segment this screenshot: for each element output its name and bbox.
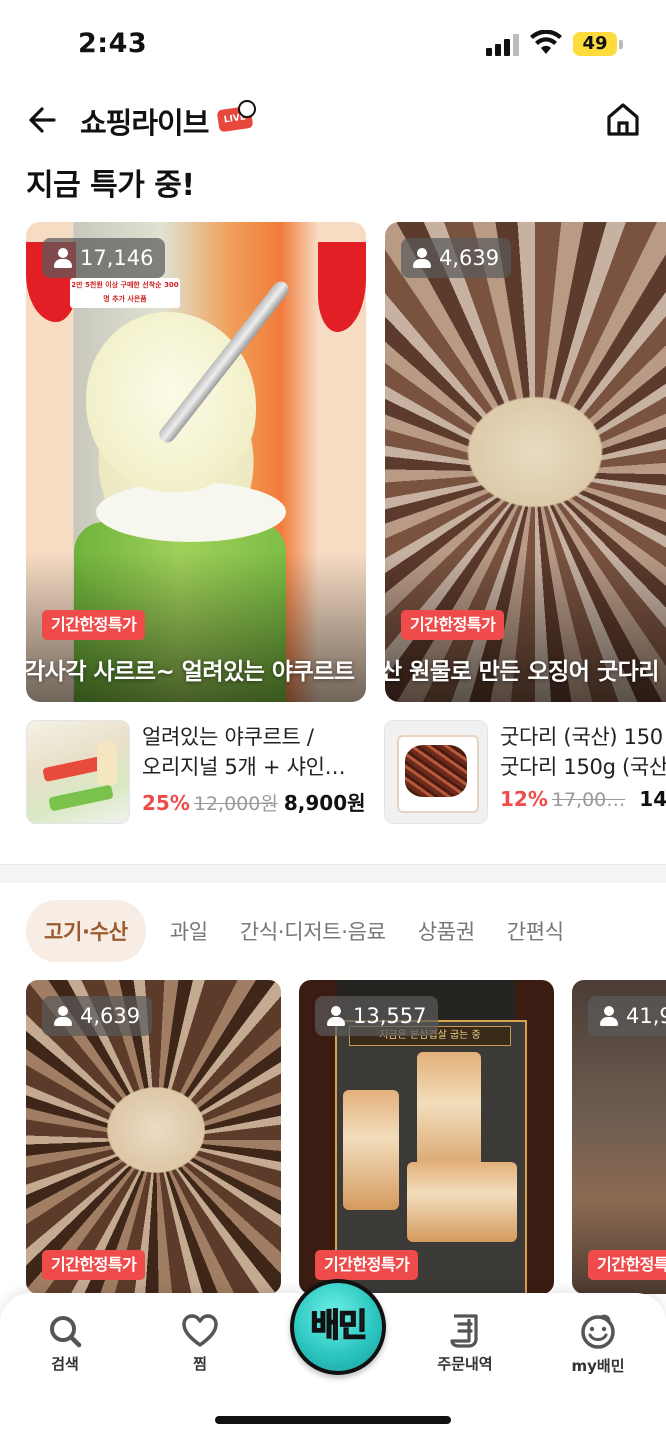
product-name: 얼려있는 야쿠르트 / 오리지널 5개 + 샤인… [142, 722, 382, 782]
product-name-line: 굿다리 150g (국산 [500, 755, 666, 779]
back-arrow-icon[interactable] [24, 100, 64, 140]
nav-my-label: my배민 [571, 1357, 625, 1375]
smiley-icon [581, 1314, 615, 1349]
person-icon [600, 1006, 618, 1026]
live-title: 산 원물로 만든 오징어 굿다리 [385, 659, 659, 685]
viewer-count-value: 4,639 [439, 246, 500, 270]
nav-orders[interactable]: 주문내역 [420, 1313, 510, 1374]
viewer-count-value: 17,146 [80, 246, 154, 270]
product-name: 굿다리 (국산) 150 굿다리 150g (국산 [500, 722, 666, 782]
heart-icon [182, 1314, 218, 1347]
receipt-icon [450, 1314, 478, 1348]
limited-time-badge: 기간한정특가 [42, 1250, 146, 1280]
search-icon [50, 1316, 82, 1348]
nav-my[interactable]: my배민 [553, 1313, 643, 1376]
wifi-icon [530, 30, 562, 54]
nav-wishlist[interactable]: 찜 [155, 1313, 245, 1374]
person-icon [54, 248, 72, 268]
viewer-count-value: 41,9 [626, 1004, 666, 1028]
home-indicator [215, 1416, 451, 1424]
section-divider [0, 864, 666, 883]
battery-level: 49 [573, 32, 617, 56]
battery-icon [619, 40, 623, 49]
live-title: 각사각 사르르~ 얼려있는 야쿠르트 [26, 659, 355, 685]
live-bubble-icon [238, 100, 256, 118]
limited-time-badge: 기간한정특가 [315, 1250, 419, 1280]
person-icon [54, 1006, 72, 1026]
tab-convenience-food[interactable]: 간편식 [507, 916, 564, 946]
nav-search-label: 검색 [51, 1355, 79, 1373]
original-price: 17,00… [551, 789, 626, 811]
status-bar: 2:43 49 [0, 0, 666, 90]
live-card[interactable]: 4,639 기간한정특가 [26, 980, 281, 1294]
featured-live-card[interactable]: 4,639 기간한정특가 산 원물로 만든 오징어 굿다리 [385, 222, 666, 702]
discount-rate: 12% [500, 787, 548, 811]
viewer-count: 41,9 [588, 996, 666, 1036]
product-name-line: 굿다리 (국산) 150 [500, 725, 663, 749]
limited-time-badge: 기간한정특가 [588, 1250, 666, 1280]
product-item[interactable]: 굿다리 (국산) 150 굿다리 150g (국산 12%17,00… 14, [384, 720, 666, 824]
price-row: 12%17,00… 14, [500, 787, 666, 811]
live-card[interactable]: 41,9 기간한정특가 [572, 980, 666, 1294]
category-tabs: 고기·수산 과일 간식·디저트·음료 상품권 간편식 [26, 900, 596, 962]
home-icon[interactable] [602, 100, 644, 138]
section-title: 지금 특가 중! [26, 168, 195, 203]
product-name-line: 오리지널 5개 + 샤인… [142, 755, 346, 779]
price-row: 25% 12,000원 8,900원 [142, 787, 366, 816]
nav-wishlist-label: 찜 [193, 1355, 207, 1373]
status-time: 2:43 [78, 28, 148, 59]
original-price: 12,000원 [193, 793, 278, 815]
tab-meat-seafood[interactable]: 고기·수산 [26, 900, 146, 962]
cellular-signal-icon [486, 34, 520, 56]
product-thumbnail [26, 720, 130, 824]
tab-snack-dessert-drink[interactable]: 간식·디저트·음료 [240, 916, 386, 946]
viewer-count-value: 13,557 [353, 1004, 427, 1028]
limited-time-badge: 기간한정특가 [42, 610, 146, 640]
nav-orders-label: 주문내역 [437, 1355, 493, 1373]
product-image-detail [407, 1162, 517, 1242]
baemin-home-button[interactable]: 배민 [290, 1279, 386, 1375]
limited-time-badge: 기간한정특가 [401, 610, 505, 640]
viewer-count: 4,639 [42, 996, 153, 1036]
product-item[interactable]: 얼려있는 야쿠르트 / 오리지널 5개 + 샤인… 25% 12,000원 8,90… [26, 720, 371, 824]
decor-drip [318, 242, 366, 332]
viewer-count-value: 4,639 [80, 1004, 141, 1028]
discount-rate: 25% [142, 791, 190, 815]
nav-search[interactable]: 검색 [20, 1313, 110, 1374]
viewer-count: 17,146 [42, 238, 166, 278]
featured-live-card[interactable]: 2만 5천원 이상 구매한 선착순 300명 추가 사은품 17,146 기간한… [26, 222, 366, 702]
promo-sticker: 2만 5천원 이상 구매한 선착순 300명 추가 사은품 [70, 278, 180, 308]
product-image-detail [343, 1090, 399, 1210]
viewer-count: 4,639 [401, 238, 512, 278]
page-title: 쇼핑라이브 [80, 106, 209, 140]
tab-fruit[interactable]: 과일 [170, 916, 208, 946]
tab-gift-card[interactable]: 상품권 [418, 916, 475, 946]
sale-price: 8,900원 [283, 791, 366, 815]
live-card[interactable]: 지금은 본삼겹살 굽는 중 13,557 기간한정특가 [299, 980, 554, 1294]
person-icon [413, 248, 431, 268]
sale-price: 14, [639, 787, 666, 811]
viewer-count: 13,557 [315, 996, 439, 1036]
product-thumbnail [384, 720, 488, 824]
product-name-line: 얼려있는 야쿠르트 / [142, 725, 314, 749]
person-icon [327, 1006, 345, 1026]
